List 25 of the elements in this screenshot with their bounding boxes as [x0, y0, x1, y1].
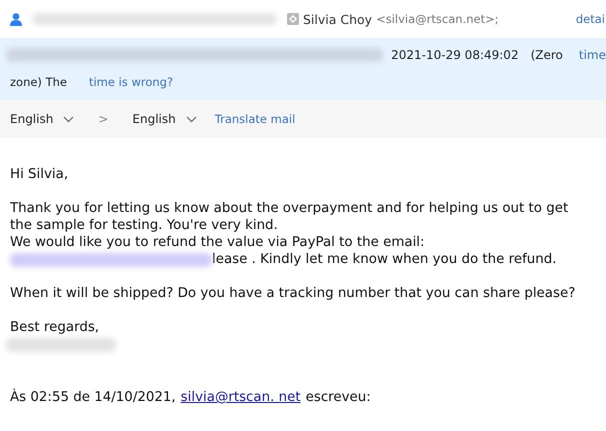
message-text: When it will be shipped? Do you have a tracking number that you can share please?	[10, 285, 576, 302]
email-link[interactable]: silvia@rtscan. net	[180, 389, 301, 406]
message-text: Best regards,	[10, 319, 100, 336]
sender-address: <silvia@rtscan.net>;	[376, 12, 499, 26]
time-zone-text: (Zero	[530, 48, 563, 62]
time-link[interactable]: time	[578, 48, 606, 62]
message-text: We would like you to refund the value via PayPal to the email:	[10, 234, 426, 251]
message-text: lease . Kindly let me know when you do the refund.	[212, 251, 557, 268]
person-icon	[10, 12, 22, 26]
chevron-down-icon	[186, 116, 197, 122]
target-language-dropdown[interactable]: English	[132, 112, 197, 126]
details-link[interactable]: detai	[576, 12, 605, 26]
message-text: Hi Silvia,	[10, 166, 70, 183]
time-zone-text: zone) The	[10, 75, 67, 89]
arrow-text: >	[98, 112, 108, 126]
source-language-dropdown[interactable]: English	[10, 112, 74, 126]
chevron-down-icon	[63, 116, 74, 122]
translate-mail-link[interactable]: Translate mail	[214, 112, 296, 126]
sender-name: Silvia Choy	[303, 12, 372, 26]
time-wrong-link[interactable]: time is wrong?	[88, 75, 174, 89]
quote-header-text: escreveu:	[306, 389, 371, 406]
contact-icon	[287, 13, 299, 25]
message-text: Thank you for letting us know about the overpayment and for helping us out to get the sample for testing. You're very kind.	[10, 200, 570, 234]
sent-datetime: 2021-10-29 08:49:02	[391, 48, 519, 62]
quote-header-text: Às 02:55 de 14/10/2021,	[10, 389, 176, 406]
